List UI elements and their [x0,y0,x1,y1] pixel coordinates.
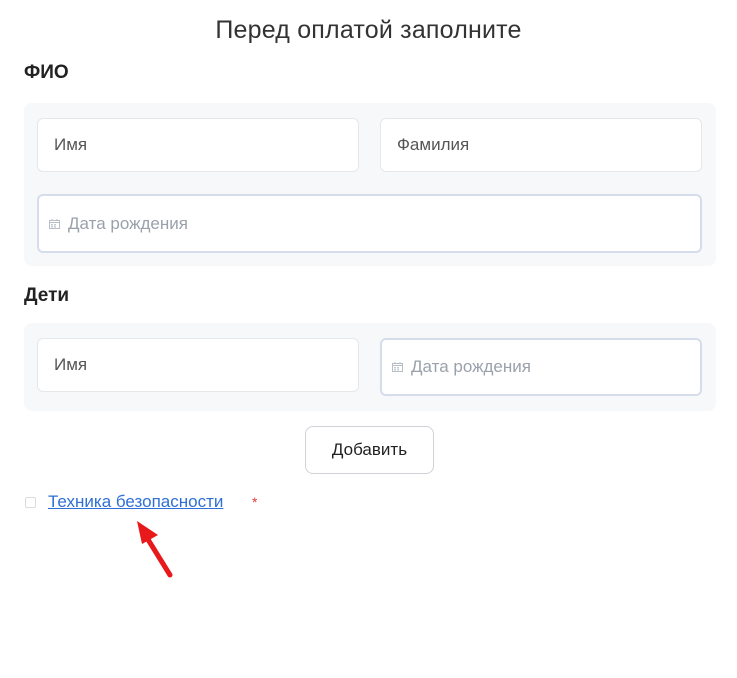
safety-rules-link[interactable]: Техника безопасности [48,492,223,512]
birth-date-placeholder: Дата рождения [68,213,188,233]
fio-section-title: ФИО [24,62,69,83]
child-name-placeholder: Имя [54,355,88,374]
last-name-input[interactable]: Фамилия [380,118,702,172]
calendar-icon [49,218,60,229]
calendar-icon [392,362,403,372]
first-name-placeholder: Имя [54,135,88,154]
birth-date-input[interactable]: Дата рождения [37,194,702,253]
safety-agreement-checkbox[interactable] [25,497,36,508]
children-section-title: Дети [24,285,70,306]
children-panel: Имя Дата рождения [24,323,716,411]
required-mark: * [252,494,258,510]
add-child-button[interactable]: Добавить [305,426,434,474]
child-name-input[interactable]: Имя [37,338,359,392]
child-birth-date-placeholder: Дата рождения [411,357,531,376]
child-birth-date-input[interactable]: Дата рождения [380,338,702,396]
fio-panel: Имя Фамилия Дата рождения [24,103,716,266]
last-name-placeholder: Фамилия [397,135,470,154]
first-name-input[interactable]: Имя [37,118,359,172]
red-arrow-icon [137,521,173,578]
page-title: Перед оплатой заполните [215,16,522,44]
